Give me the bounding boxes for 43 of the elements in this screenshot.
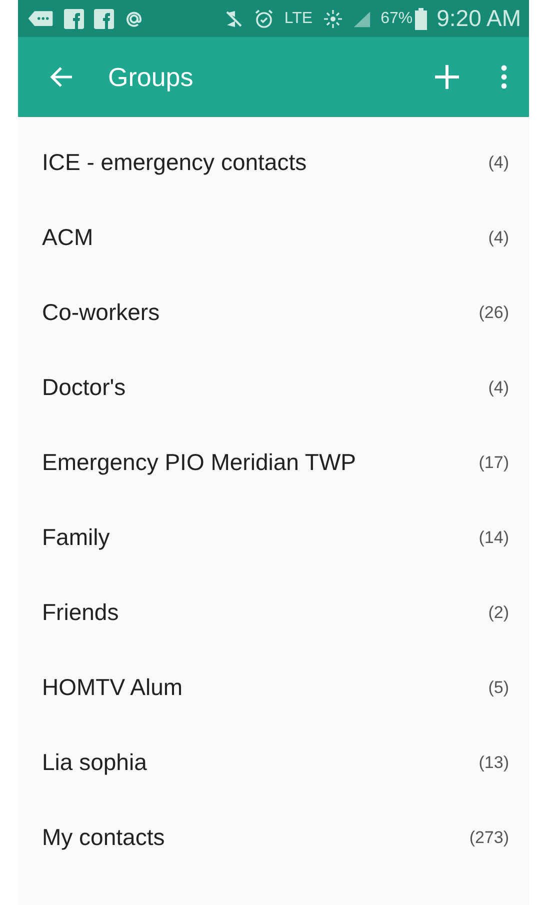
member-count: (4) (488, 152, 509, 172)
group-item[interactable]: Family (14) (18, 500, 529, 575)
screen-title: Groups (108, 62, 194, 92)
messages-icon (28, 10, 54, 27)
clock-time: 9:20 AM (436, 5, 521, 32)
group-name: Friends (42, 599, 120, 626)
facebook-icon (94, 8, 114, 28)
member-count: (273) (469, 828, 509, 848)
group-item[interactable]: Lia sophia (13) (18, 725, 529, 800)
member-count: (26) (478, 302, 509, 322)
group-name: Family (42, 524, 111, 551)
member-count: (4) (488, 228, 509, 248)
member-count: (13) (478, 752, 509, 772)
group-name: Lia sophia (42, 749, 148, 776)
group-name: Emergency PIO Meridian TWP (42, 449, 358, 476)
group-name: ACM (42, 224, 94, 251)
group-item[interactable]: Emergency PIO Meridian TWP (17) (18, 425, 529, 500)
plus-icon (435, 65, 459, 89)
member-count: (14) (478, 528, 509, 548)
group-item[interactable]: ICE - emergency contacts (4) (18, 125, 529, 200)
alarm-icon (254, 8, 274, 28)
member-count: (4) (488, 378, 509, 398)
network-type: LTE (284, 10, 313, 28)
group-name: Doctor's (42, 374, 127, 401)
facebook-icon (64, 8, 84, 28)
group-item[interactable]: ACM (4) (18, 200, 529, 275)
member-count: (2) (488, 602, 509, 622)
group-item[interactable]: Co-workers (26) (18, 275, 529, 350)
group-name: HOMTV Alum (42, 674, 184, 701)
data-activity-icon (322, 8, 343, 28)
group-name: Co-workers (42, 299, 161, 326)
member-count: (5) (488, 678, 509, 698)
battery-percentage: 67% (380, 10, 413, 28)
back-arrow-icon (50, 65, 74, 89)
group-item[interactable]: HOMTV Alum (5) (18, 650, 529, 725)
group-item[interactable]: Friends (2) (18, 575, 529, 650)
battery-icon (414, 8, 427, 30)
more-options-icon (501, 65, 507, 89)
member-count: (17) (478, 452, 509, 472)
group-item[interactable]: Doctor's (4) (18, 350, 529, 425)
group-item[interactable]: My contacts (273) (18, 800, 529, 875)
group-name: My contacts (42, 824, 166, 851)
group-name: ICE - emergency contacts (42, 149, 308, 176)
